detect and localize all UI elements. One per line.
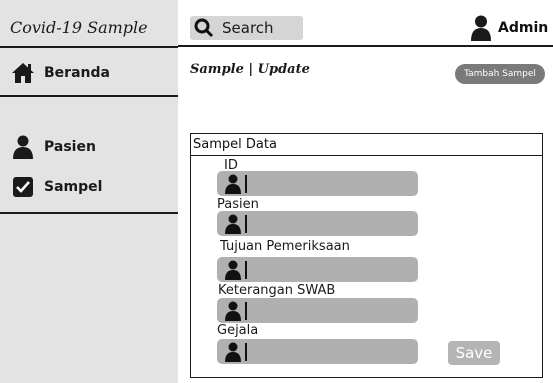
add-sample-button[interactable]: Tambah Sampel <box>455 64 545 84</box>
checkbox-icon <box>10 174 36 200</box>
app-brand: Covid-19 Sample <box>10 18 148 37</box>
text-caret <box>245 174 247 193</box>
gejala-input[interactable] <box>217 339 418 364</box>
sidebar: Covid-19 Sample Beranda Pasien Sampel <box>0 0 178 383</box>
user-icon <box>222 300 244 322</box>
sidebar-divider <box>0 212 178 214</box>
keterangan-swab-input[interactable] <box>217 298 418 323</box>
user-icon <box>222 259 244 281</box>
search-placeholder: Search <box>222 19 274 37</box>
search-box[interactable]: Search <box>190 16 303 40</box>
field-label-tujuan-pemeriksaan: Tujuan Pemeriksaan <box>220 239 350 254</box>
user-icon <box>222 173 244 195</box>
sidebar-divider <box>0 95 178 97</box>
text-caret <box>245 301 247 320</box>
app-window: Covid-19 Sample Beranda Pasien Sampel Se… <box>0 0 553 383</box>
tujuan-pemeriksaan-input[interactable] <box>217 257 418 282</box>
sidebar-item-label: Sampel <box>44 179 103 195</box>
user-menu[interactable]: Admin <box>470 14 548 42</box>
field-label-pasien: Pasien <box>217 197 259 212</box>
field-label-keterangan-swab: Keterangan SWAB <box>218 283 336 298</box>
sidebar-item-label: Pasien <box>44 139 96 155</box>
text-caret <box>245 260 247 279</box>
page-title: Sample | Update <box>190 62 310 77</box>
sidebar-item-beranda[interactable]: Beranda <box>10 60 170 86</box>
user-icon <box>222 341 244 363</box>
sidebar-divider <box>0 46 178 48</box>
text-caret <box>245 214 247 233</box>
panel-header: Sampel Data <box>191 134 542 156</box>
pasien-input[interactable] <box>217 211 418 236</box>
user-icon <box>10 134 36 160</box>
search-icon <box>192 16 216 40</box>
sidebar-item-label: Beranda <box>44 65 110 81</box>
save-button[interactable]: Save <box>448 341 500 365</box>
home-icon <box>10 60 36 86</box>
user-icon <box>222 213 244 235</box>
id-input[interactable] <box>217 171 418 196</box>
text-caret <box>245 342 247 361</box>
field-label-gejala: Gejala <box>217 323 259 338</box>
top-bar-divider <box>178 45 553 47</box>
sidebar-item-pasien[interactable]: Pasien <box>10 134 170 160</box>
user-icon <box>470 14 492 42</box>
user-name: Admin <box>498 20 549 36</box>
sidebar-item-sampel[interactable]: Sampel <box>10 174 170 200</box>
